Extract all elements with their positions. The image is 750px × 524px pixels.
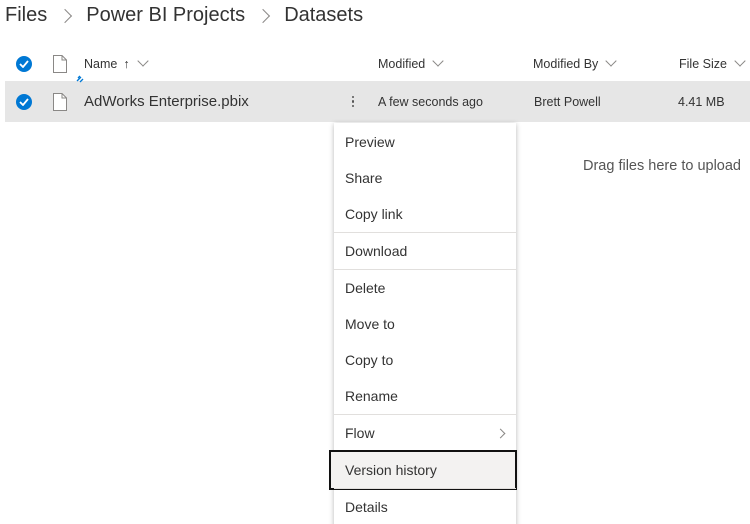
context-menu: Preview Share Copy link Download Delete … (329, 123, 517, 524)
modified-by-cell: Brett Powell (534, 81, 601, 122)
menu-item-flow-label: Flow (345, 425, 375, 441)
menu-item-share[interactable]: Share (334, 160, 516, 196)
menu-item-move-to[interactable]: Move to (334, 306, 516, 342)
column-header-row: Name ↑ Modified Modified By File Size (0, 48, 750, 80)
menu-item-rename[interactable]: Rename (334, 378, 516, 414)
menu-item-copy-link[interactable]: Copy link (334, 196, 516, 232)
file-name-cell[interactable]: AdWorks Enterprise.pbix (84, 81, 249, 122)
breadcrumb-item-power-bi-projects[interactable]: Power BI Projects (86, 4, 245, 27)
checkmark-circle-icon (16, 56, 32, 72)
chevron-right-icon (256, 8, 271, 24)
file-type-header[interactable] (52, 48, 68, 80)
column-header-file-size[interactable]: File Size (679, 48, 746, 80)
file-name-link[interactable]: AdWorks Enterprise.pbix (84, 93, 249, 110)
chevron-down-icon (605, 55, 617, 67)
menu-item-copy-to[interactable]: Copy to (334, 342, 516, 378)
column-header-modified[interactable]: Modified (378, 48, 444, 80)
more-actions-button[interactable] (345, 81, 361, 122)
table-row[interactable]: AdWorks Enterprise.pbix A few seconds ag… (5, 75, 750, 122)
more-vertical-icon (345, 81, 361, 122)
file-size-value: 4.41 MB (678, 94, 725, 109)
modified-cell: A few seconds ago (378, 81, 483, 122)
file-size-cell: 4.41 MB (678, 81, 725, 122)
column-header-name[interactable]: Name ↑ (84, 48, 149, 80)
chevron-right-icon (495, 428, 506, 439)
document-icon (53, 92, 67, 111)
column-header-name-label: Name (84, 57, 118, 71)
files-page: Files Power BI Projects Datasets Name ↑ … (0, 0, 750, 524)
menu-item-flow[interactable]: Flow (334, 415, 516, 451)
sort-ascending-icon: ↑ (123, 57, 130, 71)
file-type-cell (52, 81, 68, 122)
menu-item-version-history[interactable]: Version history (329, 450, 517, 490)
chevron-down-icon (432, 55, 444, 67)
row-select-checkbox[interactable] (16, 81, 32, 122)
menu-item-delete[interactable]: Delete (334, 270, 516, 306)
column-header-file-size-label: File Size (679, 57, 727, 71)
breadcrumb-item-files[interactable]: Files (5, 4, 47, 27)
menu-item-download[interactable]: Download (334, 233, 516, 269)
breadcrumb: Files Power BI Projects Datasets (5, 0, 363, 30)
checkmark-circle-icon (16, 93, 32, 110)
breadcrumb-item-datasets[interactable]: Datasets (284, 4, 363, 27)
column-header-modified-label: Modified (378, 57, 426, 71)
modified-value: A few seconds ago (378, 94, 483, 109)
document-icon (53, 55, 67, 73)
column-header-modified-by[interactable]: Modified By (533, 48, 617, 80)
select-all-checkbox[interactable] (16, 48, 32, 80)
drop-upload-hint: Drag files here to upload (583, 158, 741, 174)
menu-item-preview[interactable]: Preview (334, 124, 516, 160)
column-header-modified-by-label: Modified By (533, 57, 599, 71)
modified-by-value[interactable]: Brett Powell (534, 95, 601, 109)
menu-item-details[interactable]: Details (334, 489, 516, 524)
chevron-down-icon (136, 55, 149, 67)
chevron-down-icon (734, 55, 746, 67)
chevron-right-icon (58, 8, 73, 24)
